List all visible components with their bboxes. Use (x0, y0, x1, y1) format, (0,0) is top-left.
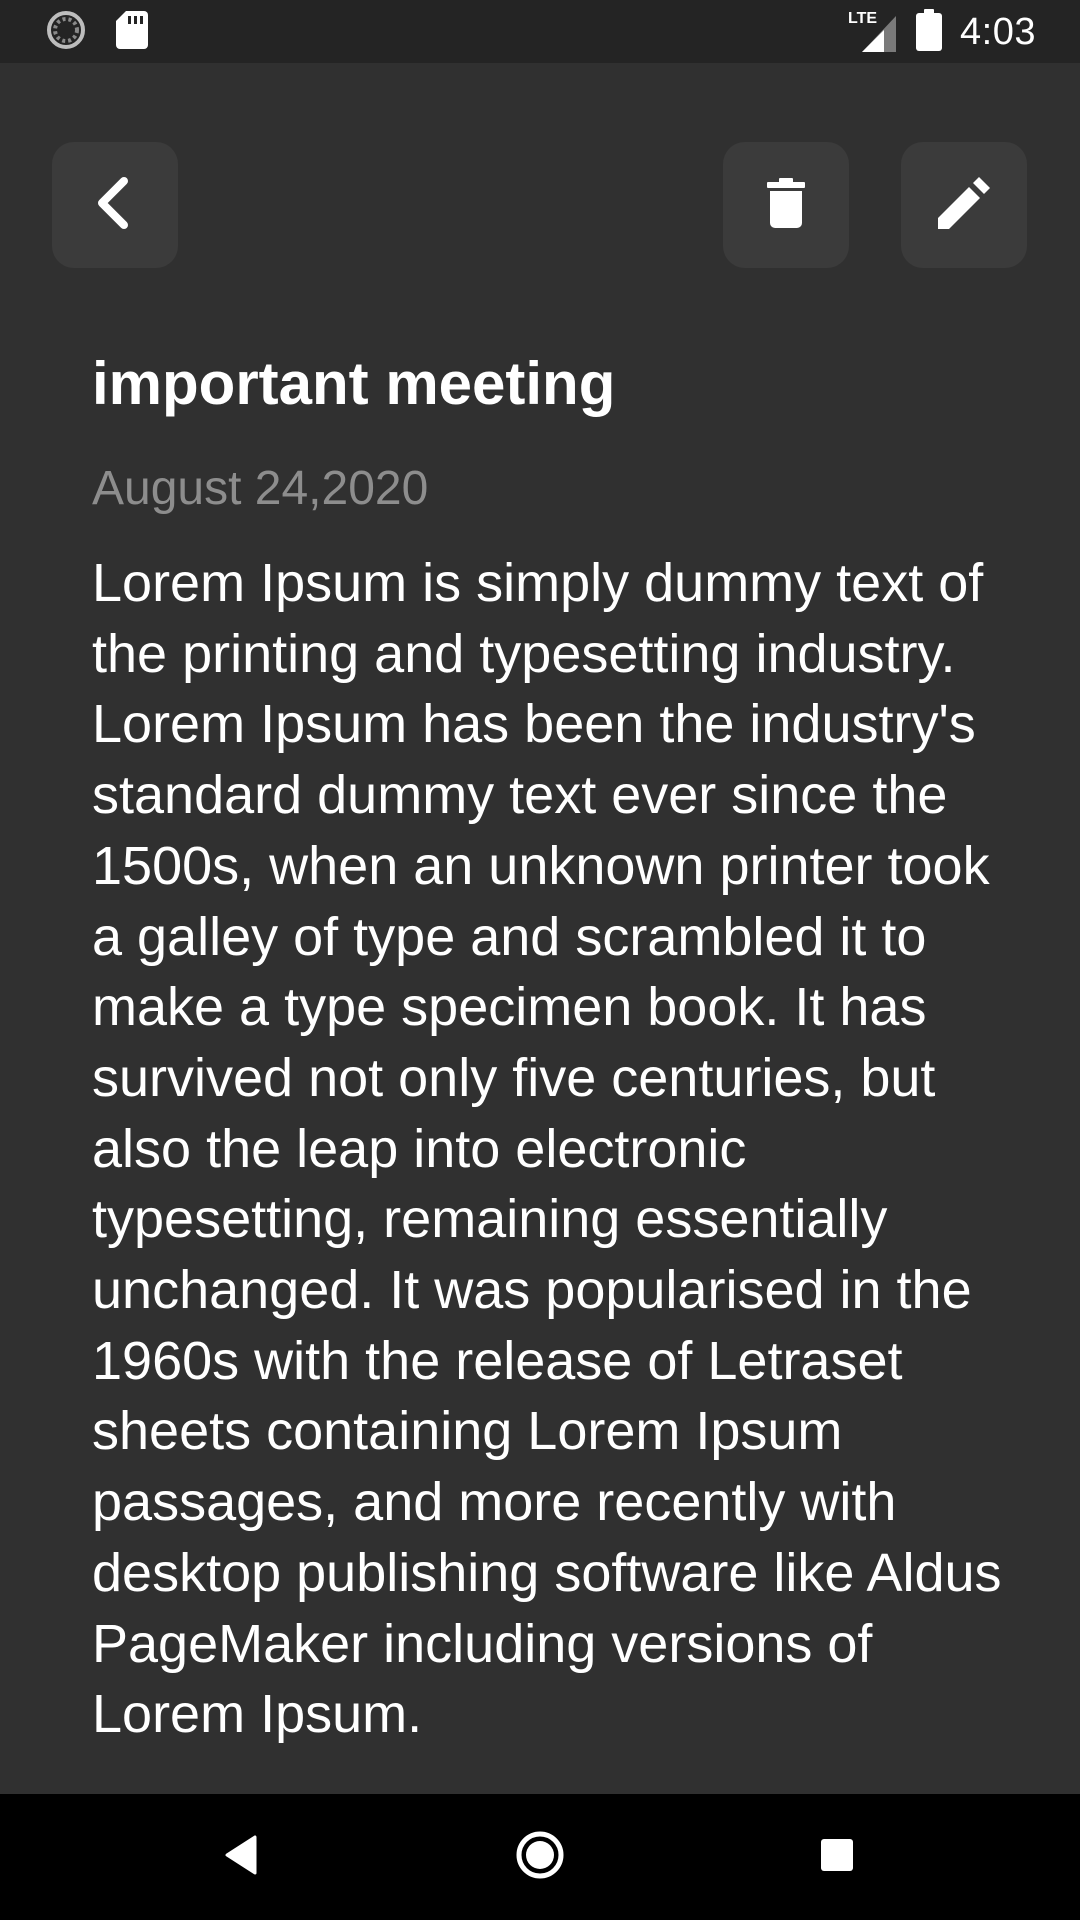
nav-back-icon (223, 1835, 259, 1880)
pencil-icon (938, 176, 990, 234)
status-right: LTE 4:03 (848, 8, 1036, 56)
status-left (46, 10, 148, 54)
nav-recents-button[interactable] (804, 1824, 870, 1890)
nav-home-icon (515, 1830, 565, 1885)
note-detail-screen: LTE 4:03 important meeting August 24,202… (0, 0, 1080, 1920)
back-button[interactable] (52, 142, 178, 268)
delete-button[interactable] (723, 142, 849, 268)
nav-recents-icon (820, 1838, 854, 1877)
nav-back-button[interactable] (208, 1824, 274, 1890)
trash-icon (766, 177, 806, 233)
note-date: August 24,2020 (92, 462, 429, 515)
nav-home-button[interactable] (507, 1824, 573, 1890)
system-navigation-bar (0, 1794, 1080, 1920)
sync-icon (46, 10, 86, 55)
battery-icon (916, 8, 943, 56)
lte-signal-icon: LTE (848, 10, 898, 54)
note-title: important meeting (92, 350, 616, 417)
status-clock: 4:03 (960, 10, 1036, 53)
note-content[interactable]: important meeting August 24,2020 Lorem I… (92, 340, 1012, 1794)
edit-button[interactable] (901, 142, 1027, 268)
chevron-left-icon (90, 175, 140, 236)
network-label: LTE (848, 10, 878, 27)
sd-card-icon (116, 10, 148, 54)
note-body: Lorem Ipsum is simply dummy text of the … (92, 553, 1002, 1745)
status-bar: LTE 4:03 (0, 0, 1080, 63)
